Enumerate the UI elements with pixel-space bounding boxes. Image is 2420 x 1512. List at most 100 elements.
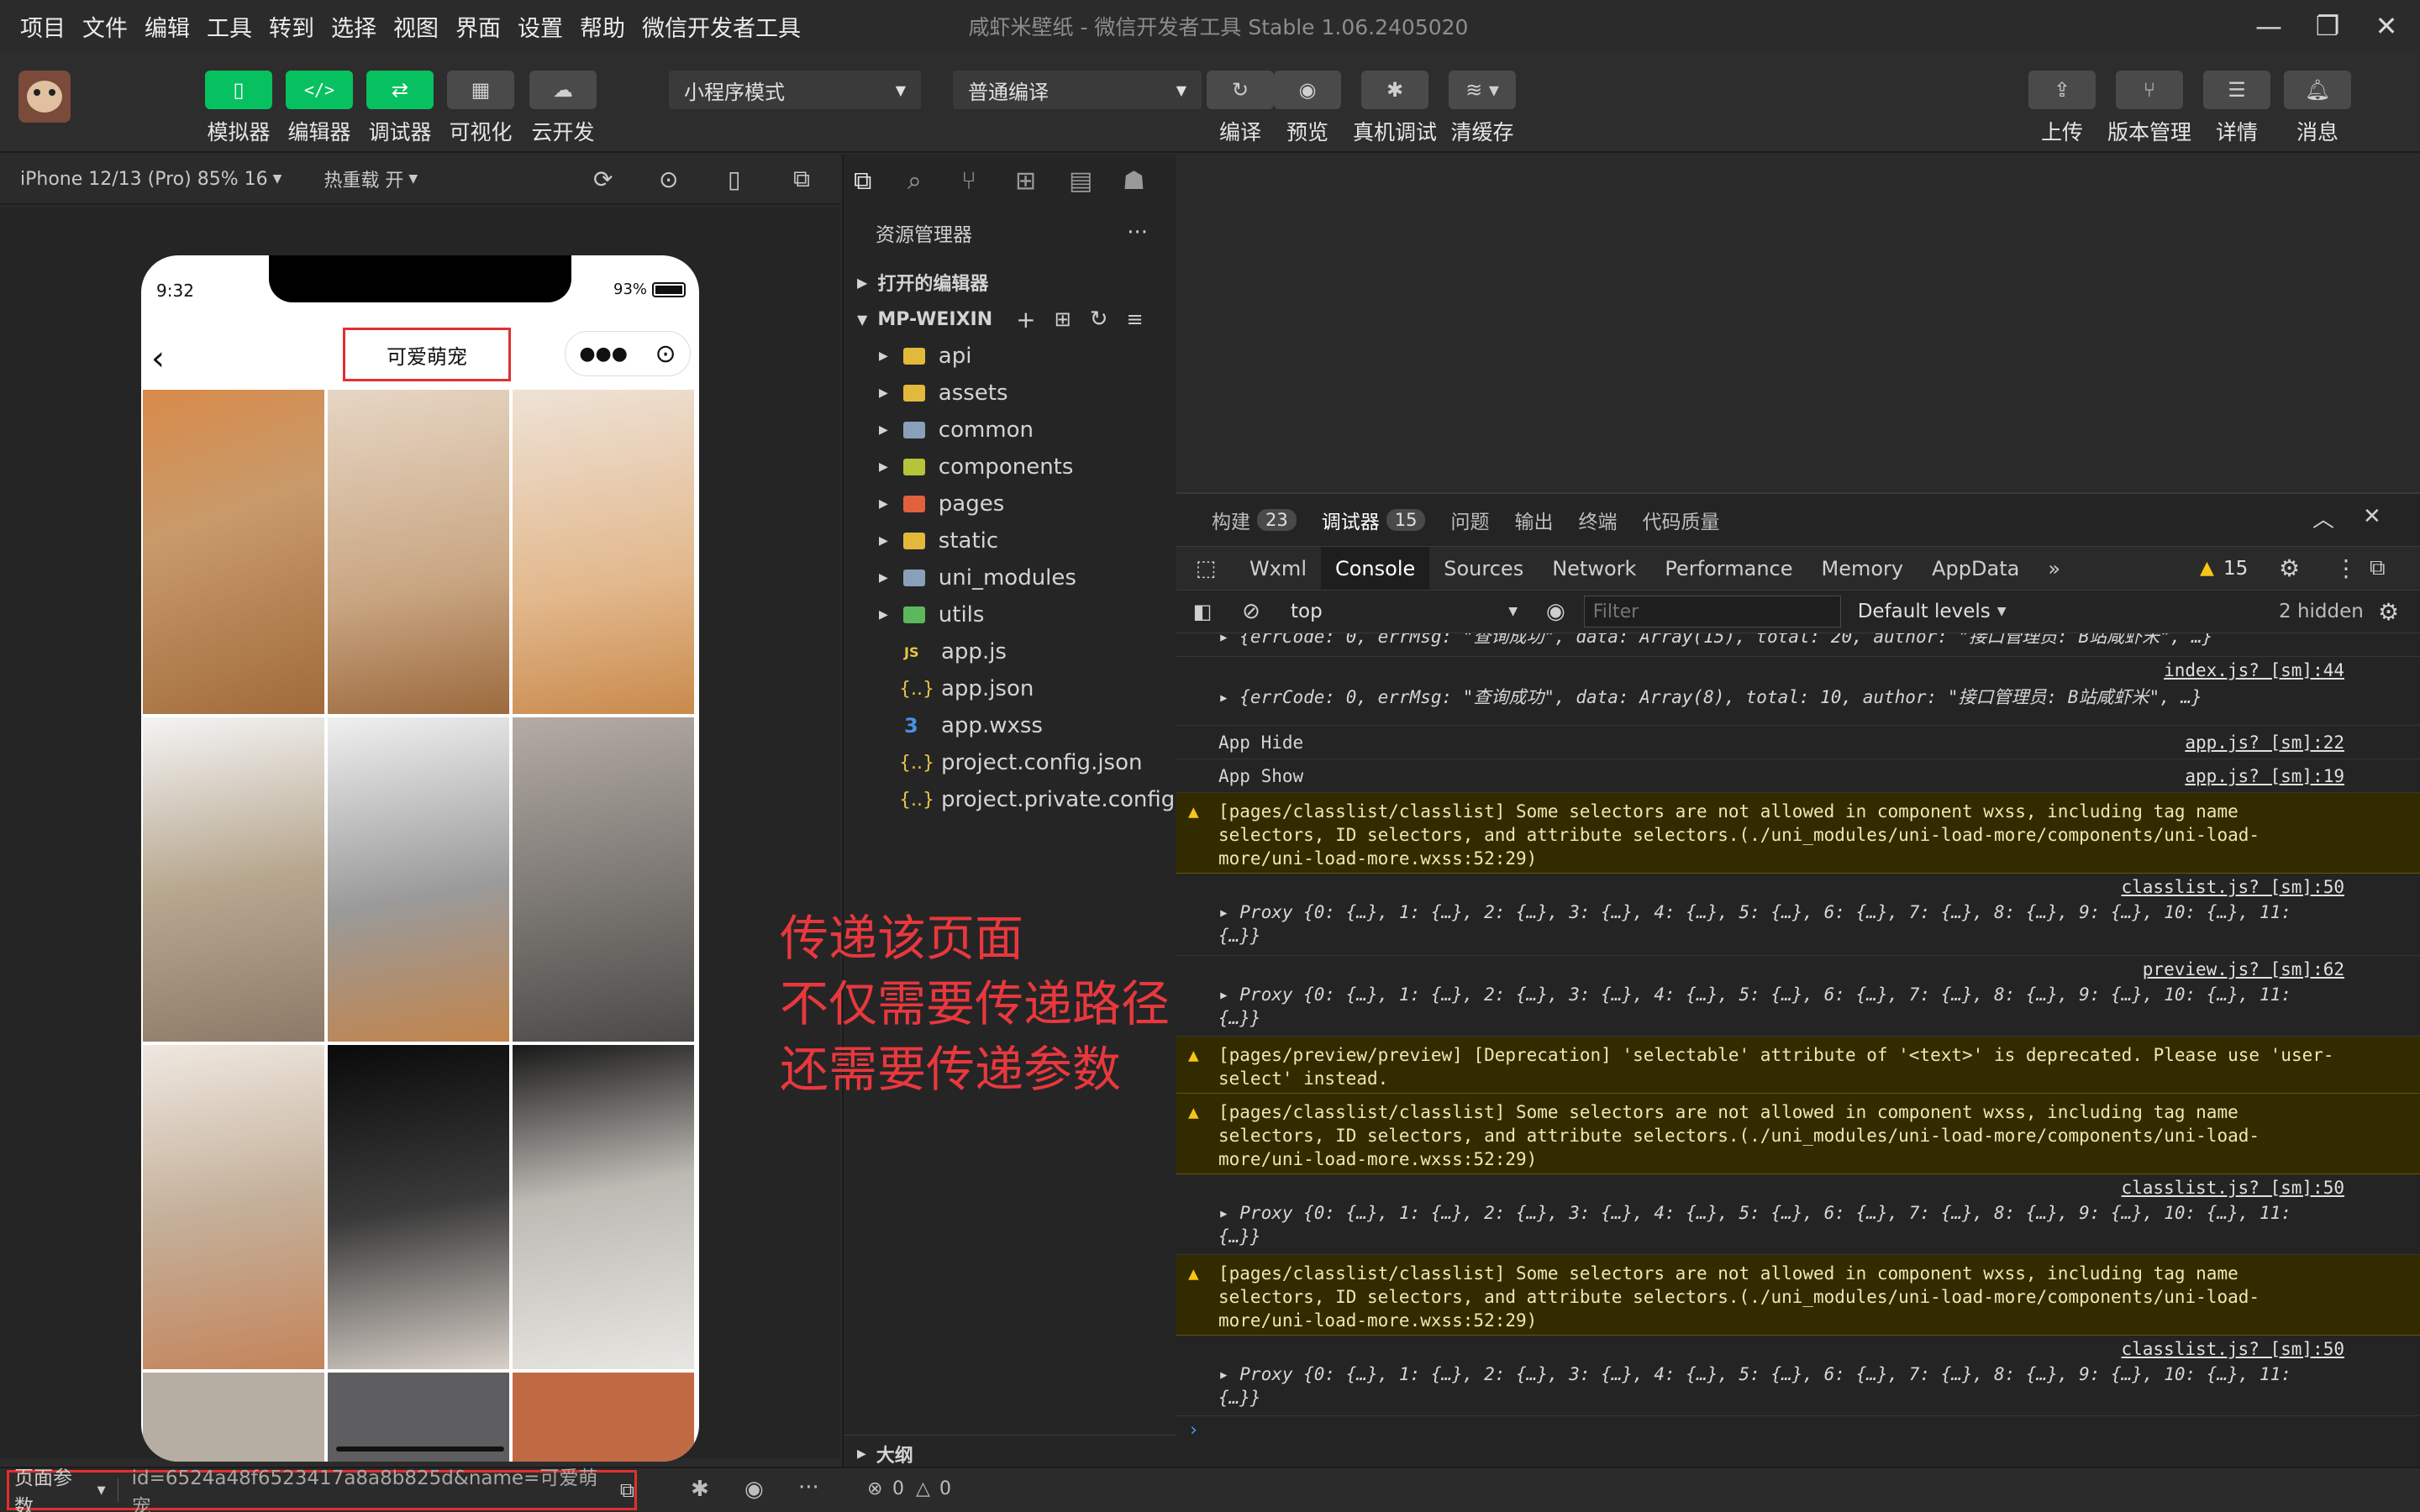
tree-folder-api[interactable]: ▶ api <box>844 338 1178 375</box>
new-folder-icon[interactable]: ⊞ <box>1055 307 1071 331</box>
tab-performance[interactable]: Performance <box>1650 547 1807 591</box>
tab-network[interactable]: Network <box>1538 547 1650 591</box>
debugger-toggle-button[interactable]: ⇄ <box>366 71 434 109</box>
popout-icon[interactable]: ⧉ <box>793 165 810 193</box>
details-button[interactable]: ☰ <box>2203 71 2270 109</box>
console-entry[interactable]: classlist.js? [sm]:50 ▸ Proxy {0: {…}, 1… <box>1176 874 2420 956</box>
more-tabs-icon[interactable]: » <box>2033 547 2075 591</box>
source-link[interactable]: index.js? [sm]:44 <box>2164 659 2344 682</box>
tree-folder-common[interactable]: ▶ common <box>844 412 1178 449</box>
tab-console[interactable]: Console <box>1320 546 1430 591</box>
extensions-icon[interactable]: ⊞ <box>1015 166 1069 196</box>
simulator-toggle-button[interactable]: ▯ <box>205 71 272 109</box>
clear-cache-button[interactable]: ≋ ▾ <box>1449 71 1516 109</box>
collapse-panel-icon[interactable]: ︿ <box>2312 502 2334 533</box>
tree-file-app-wxss[interactable]: 3 app.wxss <box>844 707 1178 744</box>
hot-reload-toggle[interactable]: 热重载 开 <box>324 165 403 192</box>
wallpaper-thumb[interactable] <box>143 1045 324 1369</box>
console-warning[interactable]: ▲ [pages/classlist/classlist] Some selec… <box>1176 1094 2420 1174</box>
tab-output[interactable]: 输出 <box>1514 506 1553 534</box>
more-icon[interactable]: ··· <box>798 1475 819 1500</box>
menu-interface[interactable]: 界面 <box>455 10 501 43</box>
source-link[interactable]: classlist.js? [sm]:50 <box>2121 1176 2344 1200</box>
refresh-icon[interactable]: ↻ <box>1090 307 1108 332</box>
source-link[interactable]: classlist.js? [sm]:50 <box>2121 875 2344 899</box>
context-select[interactable]: top ▼ <box>1291 601 1518 622</box>
console-entry[interactable]: App Hide app.js? [sm]:22 <box>1176 726 2420 759</box>
capsule-menu[interactable]: ●●● ⊙ <box>565 331 691 376</box>
close-capsule-icon[interactable]: ⊙ <box>655 339 676 369</box>
wallpaper-thumb[interactable] <box>513 717 694 1042</box>
source-link[interactable]: app.js? [sm]:19 <box>2185 764 2344 788</box>
wallpaper-thumb[interactable] <box>513 1045 694 1369</box>
console-warning[interactable]: ▲ [pages/classlist/classlist] Some selec… <box>1176 793 2420 874</box>
source-link[interactable]: preview.js? [sm]:62 <box>2143 958 2344 981</box>
console-entry[interactable]: classlist.js? [sm]:50 ▸ Proxy {0: {…}, 1… <box>1176 1336 2420 1416</box>
tree-file-project-config[interactable]: {..} project.config.json <box>844 744 1178 781</box>
kebab-icon[interactable]: ⋮ <box>2334 554 2358 582</box>
tree-folder-uni-modules[interactable]: ▶ uni_modules <box>844 559 1178 596</box>
compile-button[interactable]: ↻ <box>1207 71 1274 109</box>
tree-folder-static[interactable]: ▶ static <box>844 522 1178 559</box>
docker-icon[interactable]: ☗ <box>1123 166 1176 196</box>
console-entry[interactable]: ▸ {errCode: 0, errMsg: "查询成功", data: Arr… <box>1176 633 2420 657</box>
stop-icon[interactable]: ⊙ <box>659 165 678 193</box>
console-settings-icon[interactable]: ⚙ <box>2378 598 2399 626</box>
device-select[interactable]: iPhone 12/13 (Pro) 85% 16 <box>20 169 268 190</box>
tree-file-project-private-config[interactable]: {..} project.private.config.js... <box>844 781 1178 818</box>
wallpaper-thumb[interactable] <box>328 717 509 1042</box>
maximize-icon[interactable]: ❐ <box>2294 0 2361 52</box>
eye-icon[interactable]: ◉ <box>1546 599 1565 624</box>
console-entry[interactable]: classlist.js? [sm]:50 ▸ Proxy {0: {…}, 1… <box>1176 1174 2420 1255</box>
close-panel-icon[interactable]: ✕ <box>2363 504 2381 529</box>
console-warning[interactable]: ▲ [pages/preview/preview] [Deprecation] … <box>1176 1037 2420 1094</box>
menu-project[interactable]: 项目 <box>20 10 66 43</box>
console-entry[interactable]: preview.js? [sm]:62 ▸ Proxy {0: {…}, 1: … <box>1176 956 2420 1037</box>
menu-file[interactable]: 文件 <box>82 10 128 43</box>
console-warning[interactable]: ▲ [pages/classlist/classlist] Some selec… <box>1176 1255 2420 1336</box>
source-control-icon[interactable]: ⑂ <box>961 166 1015 196</box>
tab-problems[interactable]: 问题 <box>1450 506 1489 534</box>
wallpaper-thumb[interactable] <box>328 390 509 714</box>
version-button[interactable]: ⑂ <box>2116 71 2183 109</box>
minimize-icon[interactable]: — <box>2235 0 2302 52</box>
console-entry[interactable]: index.js? [sm]:44 ▸ {errCode: 0, errMsg:… <box>1176 657 2420 726</box>
tab-code-quality[interactable]: 代码质量 <box>1642 506 1719 534</box>
compile-select[interactable]: 普通编译 ▼ <box>953 71 1202 109</box>
eye-icon[interactable]: ◉ <box>744 1477 764 1502</box>
cloud-toggle-button[interactable]: ☁ <box>529 71 597 109</box>
close-icon[interactable]: ✕ <box>2353 0 2420 52</box>
menu-settings[interactable]: 设置 <box>518 10 563 43</box>
tab-debugger[interactable]: 调试器 15 <box>1322 506 1426 534</box>
new-file-icon[interactable]: + <box>1016 306 1035 333</box>
tree-file-app-json[interactable]: {..} app.json <box>844 670 1178 707</box>
menu-tools[interactable]: 工具 <box>207 10 252 43</box>
tab-sources[interactable]: Sources <box>1429 547 1538 591</box>
settings-icon[interactable]: ⚙ <box>2279 554 2300 582</box>
source-link[interactable]: app.js? [sm]:22 <box>2185 731 2344 754</box>
bug-icon[interactable]: ✱ <box>691 1477 709 1502</box>
preview-button[interactable]: ◉ <box>1274 71 1341 109</box>
menu-edit[interactable]: 编辑 <box>145 10 190 43</box>
wallpaper-thumb[interactable] <box>143 1373 324 1462</box>
tree-folder-assets[interactable]: ▶ assets <box>844 375 1178 412</box>
avatar[interactable] <box>18 71 71 123</box>
messages-button[interactable]: 🔔︎ <box>2284 71 2351 109</box>
search-icon[interactable]: ⌕ <box>908 166 961 196</box>
wallpaper-thumb[interactable] <box>143 717 324 1042</box>
more-icon[interactable]: ··· <box>1127 220 1148 245</box>
wallpaper-thumb[interactable] <box>513 390 694 714</box>
tree-folder-components[interactable]: ▶ components <box>844 449 1178 486</box>
editor-toggle-button[interactable]: </> <box>286 71 353 109</box>
tree-file-app-js[interactable]: JS app.js <box>844 633 1178 670</box>
rotate-icon[interactable]: ⟳ <box>593 165 613 193</box>
inspect-icon[interactable]: ⬚ <box>1176 556 1235 581</box>
console-filter-input[interactable] <box>1583 596 1841 627</box>
remote-debug-button[interactable]: ✱ <box>1361 71 1428 109</box>
source-link[interactable]: classlist.js? [sm]:50 <box>2121 1337 2344 1361</box>
tab-wxml[interactable]: Wxml <box>1235 547 1321 591</box>
device-icon[interactable]: ▯ <box>728 165 740 193</box>
menu-help[interactable]: 帮助 <box>580 10 625 43</box>
menu-select[interactable]: 选择 <box>331 10 376 43</box>
mode-select[interactable]: 小程序模式 ▼ <box>669 71 921 109</box>
